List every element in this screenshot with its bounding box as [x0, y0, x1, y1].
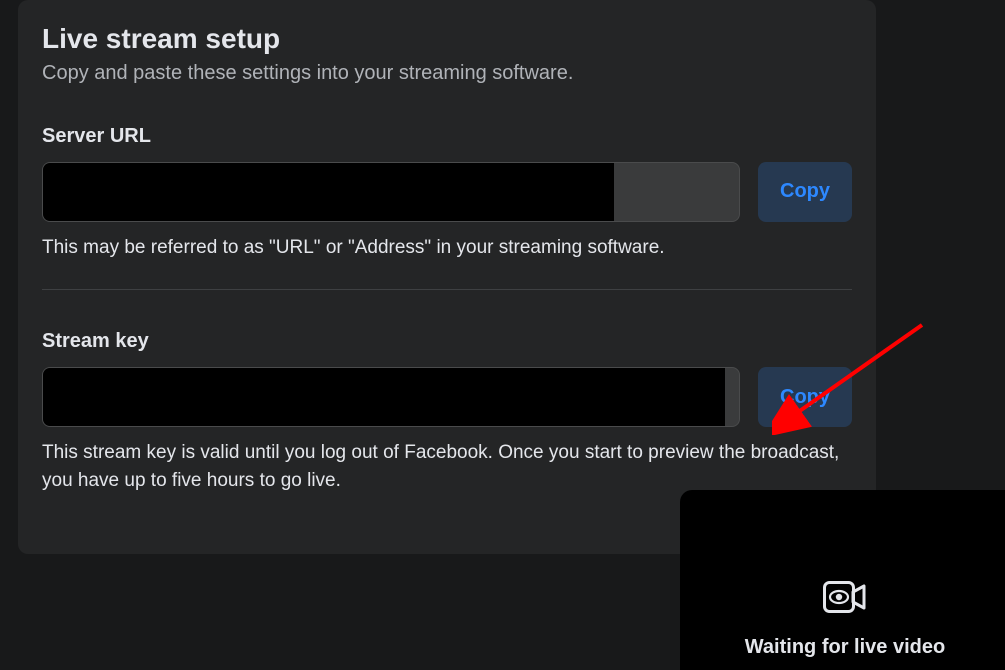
- redacted-value: [43, 368, 725, 426]
- stream-key-group: Stream key Copy This stream key is valid…: [42, 330, 852, 494]
- camera-eye-icon: [823, 581, 867, 618]
- panel-title: Live stream setup: [42, 22, 852, 56]
- preview-status-text: Waiting for live video: [745, 636, 945, 659]
- redacted-value: [43, 163, 614, 221]
- stream-key-label: Stream key: [42, 330, 852, 353]
- divider: [42, 289, 852, 290]
- server-url-input[interactable]: [42, 162, 740, 222]
- live-stream-setup-panel: Live stream setup Copy and paste these s…: [18, 0, 876, 554]
- server-url-help: This may be referred to as "URL" or "Add…: [42, 234, 852, 262]
- stream-key-input[interactable]: [42, 367, 740, 427]
- stream-key-row: Copy: [42, 367, 852, 427]
- server-url-group: Server URL Copy This may be referred to …: [42, 125, 852, 262]
- server-url-label: Server URL: [42, 125, 852, 148]
- live-preview-panel: Waiting for live video: [680, 490, 1005, 670]
- server-url-row: Copy: [42, 162, 852, 222]
- stream-key-help: This stream key is valid until you log o…: [42, 439, 852, 494]
- copy-server-url-button[interactable]: Copy: [758, 162, 852, 222]
- copy-stream-key-button[interactable]: Copy: [758, 367, 852, 427]
- panel-subtitle: Copy and paste these settings into your …: [42, 62, 852, 85]
